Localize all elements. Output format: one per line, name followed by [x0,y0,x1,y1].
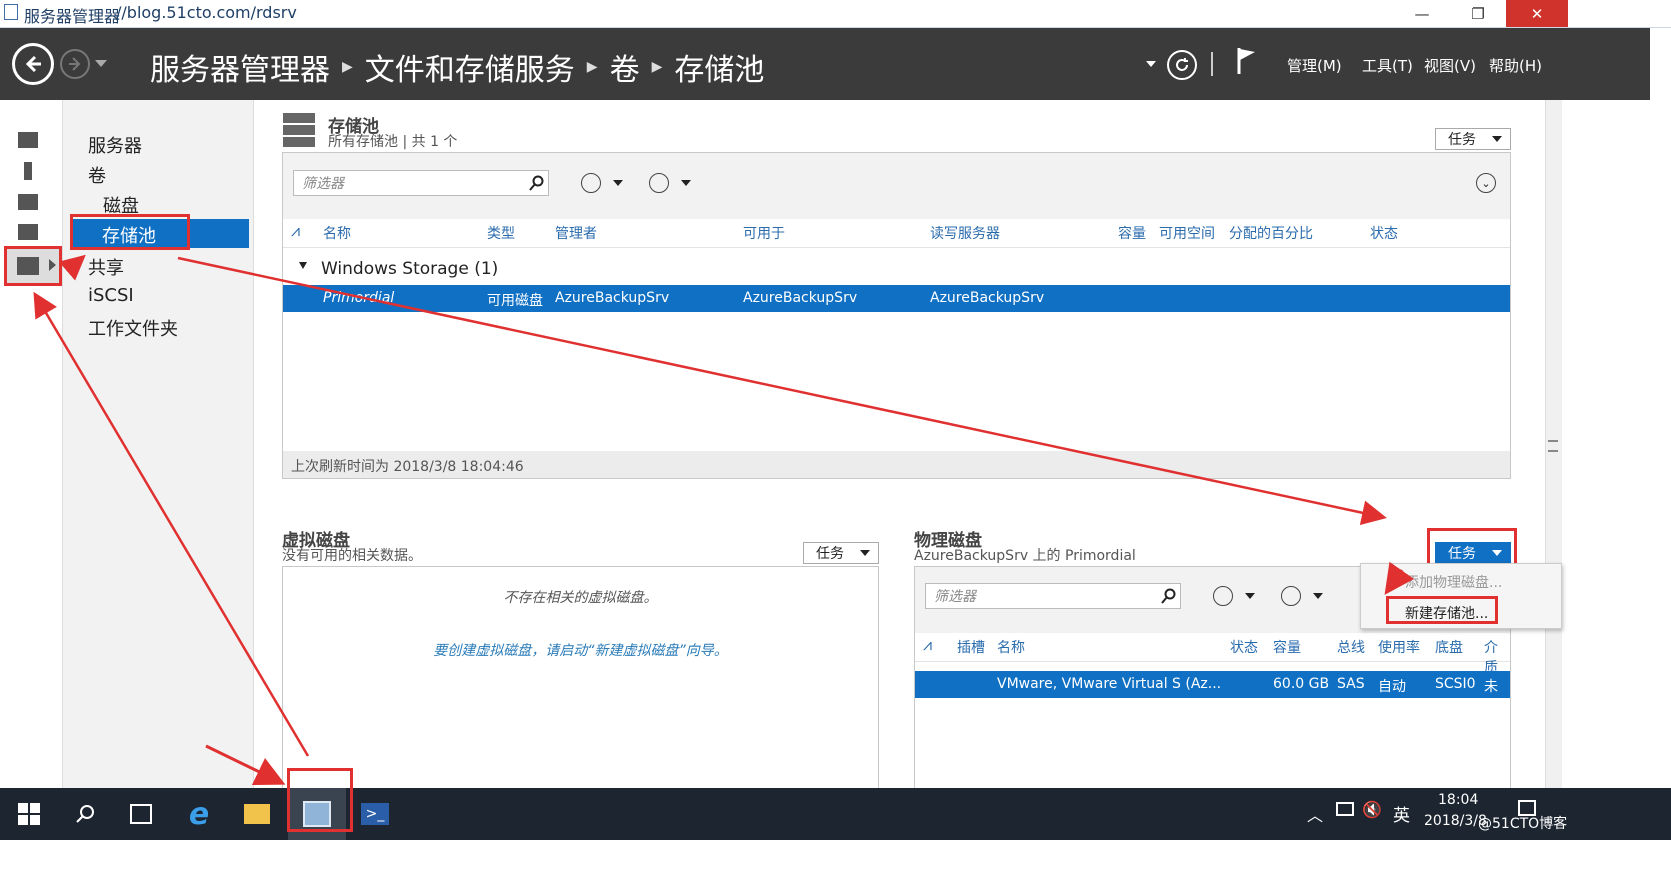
ie-icon: e [188,796,210,832]
annotation-arrow [33,291,310,757]
folder-icon [244,804,270,824]
annotation-arrow [1384,561,1415,595]
search-icon [76,805,94,823]
powershell-button[interactable]: >_ [346,788,404,840]
annotation-arrows [33,254,1415,785]
volume-muted-icon[interactable]: 🔇 [1362,800,1382,819]
action-center-icon[interactable] [1518,800,1536,816]
internet-explorer-button[interactable]: e [170,788,228,840]
clock-time[interactable]: 18:04 [1438,792,1478,808]
taskbar: e >_ ︿ 🔇 英 18:04 2018/3/8 @51CTO博客 [0,768,1671,840]
search-button[interactable] [56,788,114,840]
watermark: @51CTO博客 [1478,816,1568,832]
windows-logo-icon [18,803,40,825]
network-icon[interactable] [1336,802,1354,816]
annotation-box [287,768,353,832]
task-view-button[interactable] [112,788,170,840]
annotation-arrow [205,744,286,785]
annotation-arrow [58,254,86,281]
annotation-arrow [177,256,1387,526]
show-hidden-icons-icon[interactable]: ︿ [1307,802,1323,826]
start-button[interactable] [0,788,58,840]
file-explorer-button[interactable] [228,788,286,840]
ime-indicator[interactable]: 英 [1393,801,1410,826]
powershell-icon: >_ [361,803,389,825]
task-view-icon [130,804,152,824]
